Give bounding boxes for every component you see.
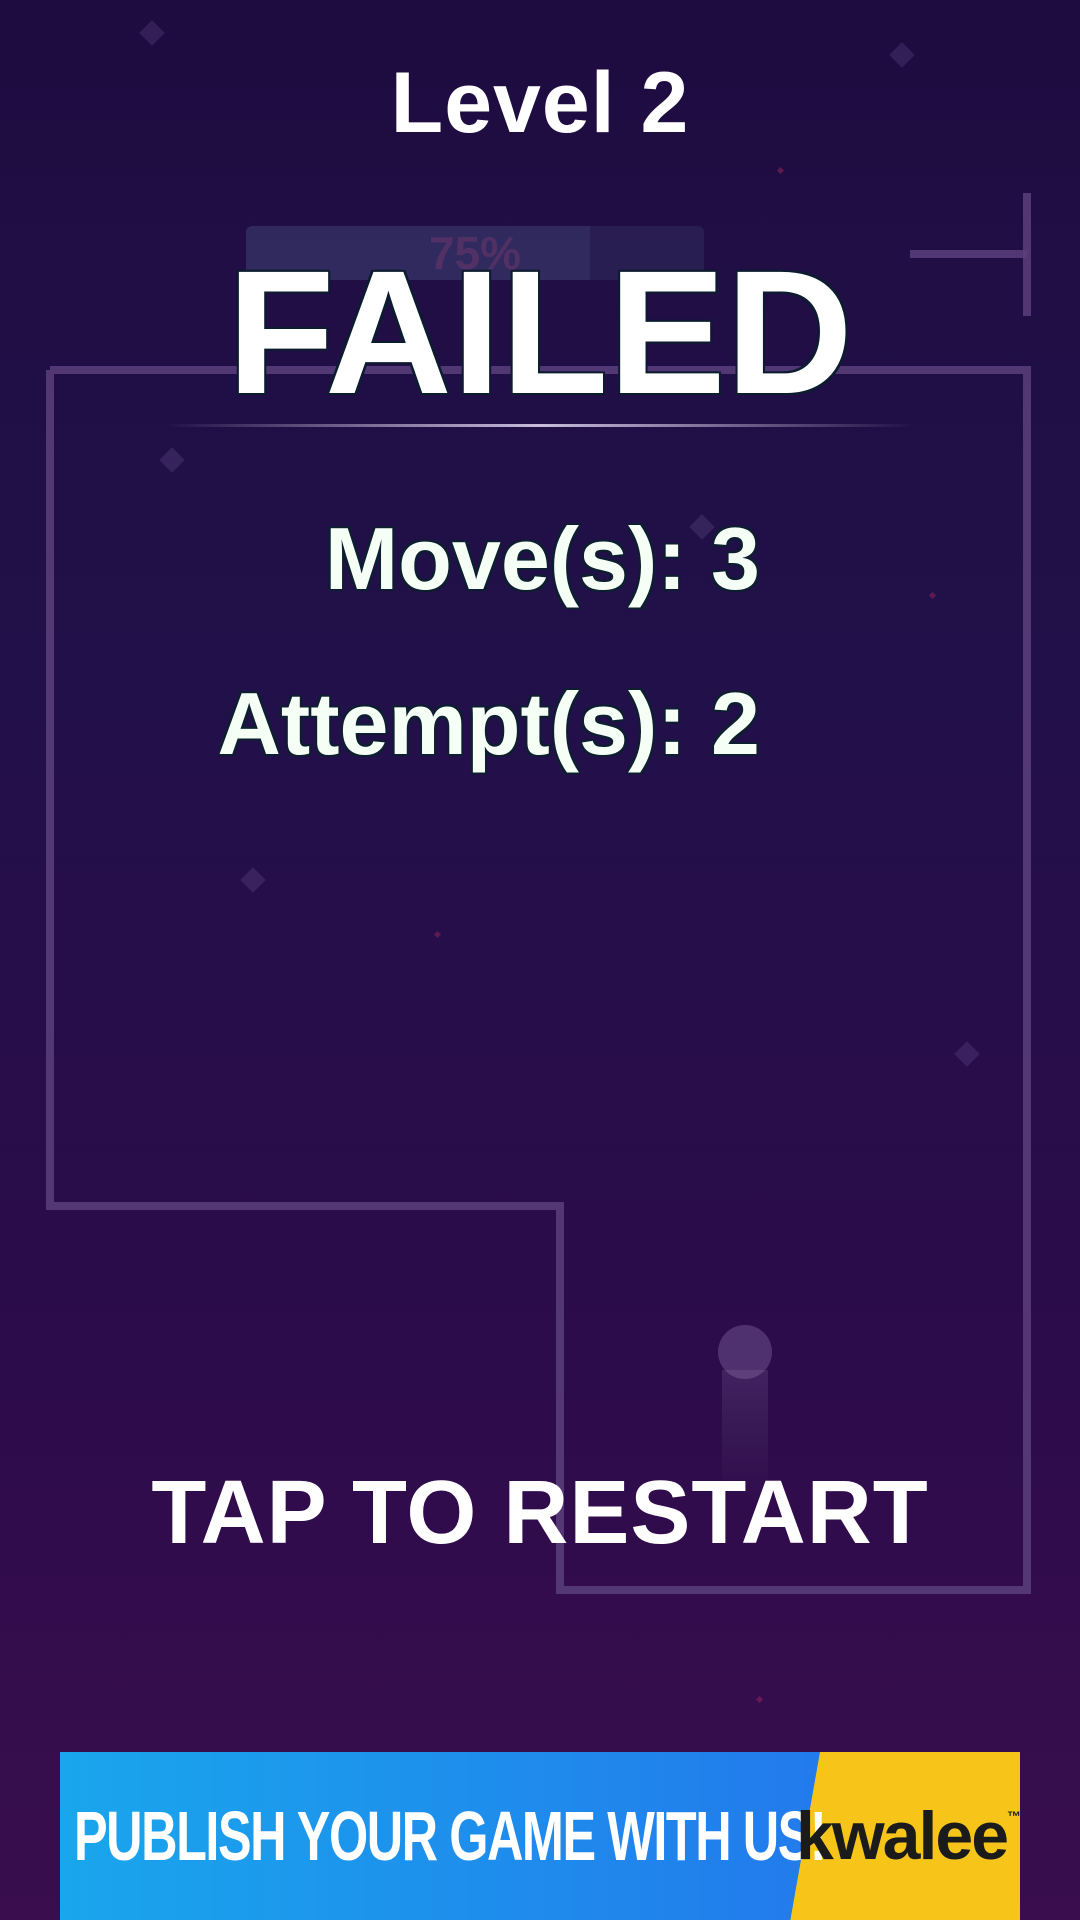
failed-title: FAILED bbox=[227, 235, 853, 431]
ad-logo-text: kwalee bbox=[795, 1798, 1009, 1874]
tap-to-restart-button[interactable]: TAP TO RESTART bbox=[0, 1462, 1080, 1565]
trademark-icon: ™ bbox=[1007, 1808, 1020, 1824]
ad-banner[interactable]: PUBLISH YOUR GAME WITH US! kwalee™ bbox=[60, 1752, 1020, 1920]
ad-slogan: PUBLISH YOUR GAME WITH US! bbox=[74, 1797, 827, 1875]
level-title: Level 2 bbox=[390, 55, 690, 151]
ball bbox=[718, 1325, 772, 1379]
moves-count: Move(s): 3 bbox=[324, 509, 760, 608]
attempts-count: Attempt(s): 2 bbox=[217, 674, 760, 773]
title-divider bbox=[165, 424, 915, 427]
ad-logo: kwalee™ bbox=[795, 1776, 1020, 1896]
